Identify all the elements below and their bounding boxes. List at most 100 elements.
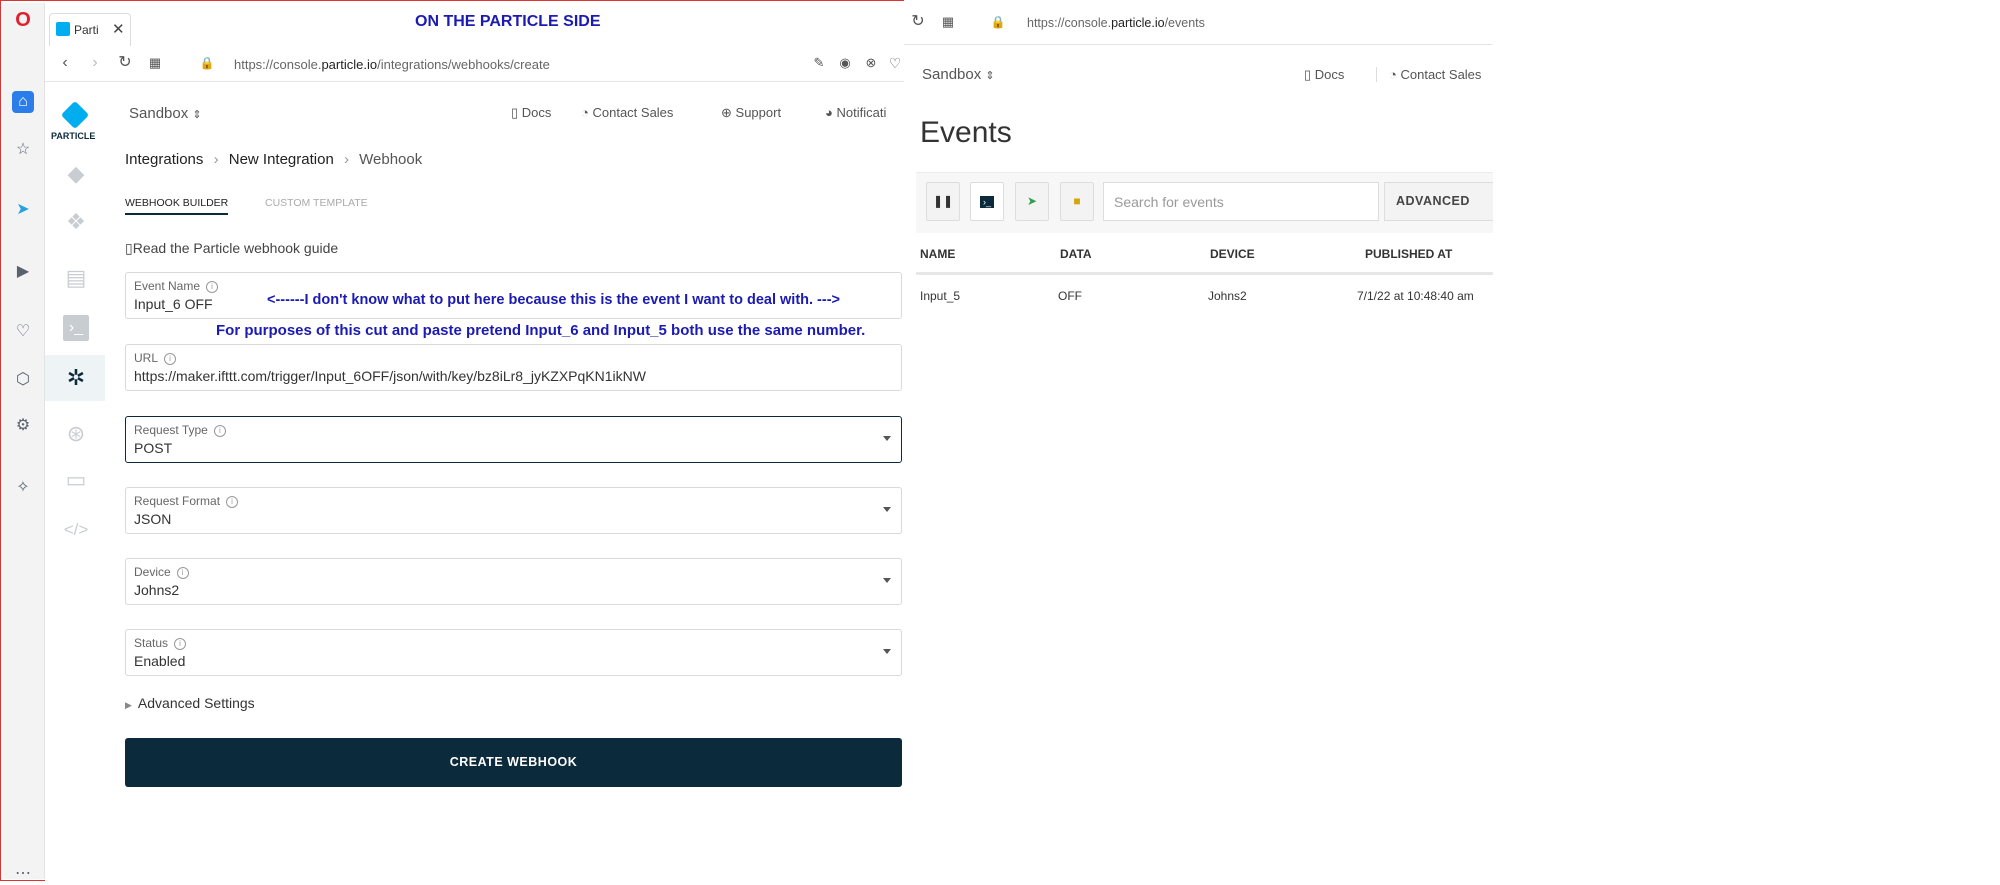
column-header-name[interactable]: NAME xyxy=(920,247,955,261)
status-select[interactable]: Status i Enabled xyxy=(125,629,902,676)
reload-icon[interactable]: ↻ xyxy=(115,53,135,73)
lock-icon: 🔒 xyxy=(199,56,215,70)
right-contact-sales-link[interactable]: ◔ Contact Sales xyxy=(1376,67,1481,82)
event-device-cell: Johns2 xyxy=(1208,289,1247,303)
url-input[interactable]: https://maker.ifttt.com/trigger/Input_6O… xyxy=(134,368,646,384)
clear-button[interactable]: ■ xyxy=(1060,182,1094,221)
right-url-field[interactable]: https://console.particle.io/events xyxy=(1027,16,1205,30)
trash-icon: ■ xyxy=(1073,194,1081,208)
camera-icon[interactable]: ◉ xyxy=(835,53,855,73)
particle-favicon-icon xyxy=(56,22,70,36)
annotation-note-1: <------I don't know what to put here bec… xyxy=(267,292,841,308)
tab-custom-template[interactable]: CUSTOM TEMPLATE xyxy=(265,197,368,209)
device-value: Johns2 xyxy=(134,582,180,598)
more-options-icon[interactable]: ⋯ xyxy=(12,863,34,885)
main-content: Sandbox ⇕ ▯ Docs ◔ Contact Sales ⊕ Suppo… xyxy=(105,83,905,881)
create-webhook-button[interactable]: CREATE WEBHOOK xyxy=(125,738,902,787)
right-docs-link[interactable]: ▯ Docs xyxy=(1304,67,1344,83)
lock-icon: 🔒 xyxy=(990,15,1006,29)
star-icon[interactable]: ☆ xyxy=(12,139,34,161)
url-field[interactable]: https://console.particle.io/integrations… xyxy=(234,57,550,72)
request-format-value: JSON xyxy=(134,511,172,527)
billing-card-icon[interactable]: ▭ xyxy=(63,467,89,493)
device-select[interactable]: Device i Johns2 xyxy=(125,558,902,605)
right-browser-window: ↻ ▦ 🔒 https://console.particle.io/events… xyxy=(904,0,1493,881)
lightbulb-icon[interactable]: ✧ xyxy=(12,477,34,499)
column-header-published-at[interactable]: PUBLISHED AT xyxy=(1365,247,1452,261)
event-published-cell: 7/1/22 at 10:48:40 am xyxy=(1357,289,1474,303)
notification-bell-icon: ◕ xyxy=(825,105,833,120)
products-icon[interactable]: ❖ xyxy=(63,209,89,235)
particle-logo-text: PARTICLE xyxy=(51,131,96,141)
notifications-link[interactable]: ◕ Notificati xyxy=(825,105,886,120)
webhook-guide-link[interactable]: ▯Read the Particle webhook guide xyxy=(125,240,338,257)
advanced-settings-toggle[interactable]: ▶ Advanced Settings xyxy=(125,695,255,711)
settings-gear-icon[interactable]: ⚙ xyxy=(12,415,34,437)
reload-icon[interactable]: ↻ xyxy=(908,12,928,32)
event-name-cell: Input_5 xyxy=(920,289,961,303)
particle-logo-icon[interactable] xyxy=(60,100,90,130)
cube-icon[interactable]: ⬡ xyxy=(12,369,34,391)
tab-webhook-builder[interactable]: WEBHOOK BUILDER xyxy=(125,197,229,215)
home-icon[interactable]: ⌂ xyxy=(12,91,34,113)
contact-sales-link[interactable]: ◔ Contact Sales xyxy=(581,105,673,120)
info-icon: i xyxy=(213,424,226,437)
terminal-icon[interactable]: ›_ xyxy=(63,315,89,341)
player-icon[interactable]: ▶ xyxy=(12,261,34,283)
chevron-down-icon xyxy=(883,649,891,654)
table-divider xyxy=(916,272,1493,275)
advanced-button[interactable]: ADVANCED xyxy=(1384,182,1493,221)
tab-title: Parti xyxy=(74,23,99,37)
chevron-down-icon xyxy=(883,578,891,583)
close-tab-icon[interactable]: ✕ xyxy=(112,20,125,38)
request-type-select[interactable]: Request Type i POST xyxy=(125,416,902,463)
tabs-grid-icon[interactable]: ▦ xyxy=(145,53,165,73)
bookmark-heart-icon[interactable]: ♡ xyxy=(885,53,905,73)
docs-link[interactable]: ▯ Docs xyxy=(511,105,551,121)
back-arrow-icon[interactable]: ‹ xyxy=(55,53,75,73)
heart-icon[interactable]: ♡ xyxy=(12,321,34,343)
address-bar: ‹ › ↻ ▦ 🔒 https://console.particle.io/in… xyxy=(45,47,905,82)
close-circle-icon[interactable]: ⊗ xyxy=(861,53,881,73)
column-header-device[interactable]: DEVICE xyxy=(1210,247,1255,261)
edit-icon[interactable]: ✎ xyxy=(809,53,829,73)
terminal-button[interactable]: ›_ xyxy=(970,182,1004,221)
request-format-select[interactable]: Request Format i JSON xyxy=(125,487,902,534)
events-search-input[interactable]: Search for events xyxy=(1103,182,1379,221)
info-icon: i xyxy=(206,280,219,293)
bell-icon: ◔ xyxy=(1389,67,1397,82)
integrations-icon[interactable]: ✲ xyxy=(63,365,89,391)
search-placeholder: Search for events xyxy=(1114,194,1224,210)
code-icon[interactable]: </> xyxy=(63,517,89,543)
request-type-label: Request Type i xyxy=(134,423,226,437)
send-arrow-icon: ➤ xyxy=(1026,194,1038,208)
chevron-right-icon: ▶ xyxy=(125,700,132,710)
publish-button[interactable]: ➤ xyxy=(1015,182,1049,221)
column-header-data[interactable]: DATA xyxy=(1060,247,1092,261)
bell-icon: ◔ xyxy=(581,105,589,120)
pause-button[interactable]: ❚❚ xyxy=(926,182,960,221)
event-name-input[interactable]: Input_6 OFF xyxy=(134,296,213,312)
url-field[interactable]: URL i https://maker.ifttt.com/trigger/Inp… xyxy=(125,344,902,391)
opera-logo-icon[interactable]: O xyxy=(12,9,34,31)
org-switcher[interactable]: Sandbox ⇕ xyxy=(129,105,202,122)
breadcrumb-separator-icon: › xyxy=(343,151,349,168)
chevron-updown-icon: ⇕ xyxy=(192,109,202,121)
sim-card-icon[interactable]: ▤ xyxy=(63,265,89,291)
breadcrumb-new-integration[interactable]: New Integration xyxy=(229,151,334,168)
breadcrumb-integrations[interactable]: Integrations xyxy=(125,151,203,168)
right-org-switcher[interactable]: Sandbox ⇕ xyxy=(922,66,995,83)
breadcrumb-webhook: Webhook xyxy=(359,151,423,168)
document-icon: ▯ xyxy=(511,105,519,120)
tabs-grid-icon[interactable]: ▦ xyxy=(938,12,958,32)
product-cube-icon[interactable]: ◆ xyxy=(63,161,89,187)
browser-tab[interactable]: Parti ✕ xyxy=(49,13,131,46)
pause-icon: ❚❚ xyxy=(932,194,954,208)
info-icon: i xyxy=(226,495,239,508)
chevron-updown-icon: ⇕ xyxy=(985,70,995,82)
forward-arrow-icon[interactable]: › xyxy=(85,53,105,73)
telegram-icon[interactable]: ➤ xyxy=(12,199,34,221)
fingerprint-icon[interactable]: ⊛ xyxy=(63,421,89,447)
support-link[interactable]: ⊕ Support xyxy=(721,105,781,121)
status-label: Status i xyxy=(134,636,187,650)
